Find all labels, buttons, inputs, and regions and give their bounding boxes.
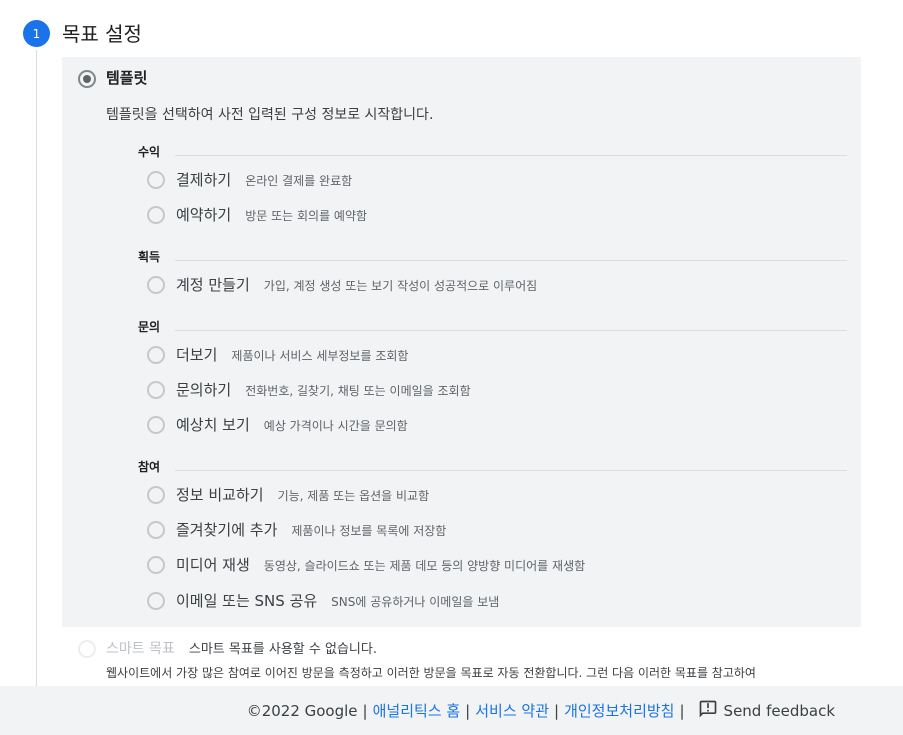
option-label: 결제하기 <box>176 171 232 189</box>
option-radio-create-account[interactable] <box>147 276 165 294</box>
option-description: 예상 가격이나 시간을 문의함 <box>263 419 408 433</box>
option-description: 전화번호, 길찾기, 채팅 또는 이메일을 조회함 <box>245 384 471 398</box>
option-description: 방문 또는 회의를 예약함 <box>245 209 368 223</box>
option-compare[interactable]: 정보 비교하기 기능, 제품 또는 옵션을 비교함 <box>176 484 429 505</box>
option-label: 즐겨찾기에 추가 <box>176 521 278 539</box>
option-description: 기능, 제품 또는 옵션을 비교함 <box>277 489 430 503</box>
option-label: 이메일 또는 SNS 공유 <box>176 592 318 610</box>
option-description: 제품이나 정보를 목록에 저장함 <box>291 524 447 538</box>
smart-goal-radio <box>78 640 96 658</box>
step-connector-line <box>36 50 37 690</box>
option-description: 가입, 계정 생성 또는 보기 작성이 성공적으로 이루어짐 <box>263 279 538 293</box>
option-media-play[interactable]: 미디어 재생 동영상, 슬라이드쇼 또는 제품 데모 등의 양방향 미디어를 재생… <box>176 554 585 575</box>
copyright: ©2022 Google <box>246 701 358 720</box>
category-divider <box>175 260 847 261</box>
option-description: SNS에 공유하거나 이메일을 보냄 <box>331 595 500 609</box>
category-divider <box>175 330 847 331</box>
option-contact[interactable]: 문의하기 전화번호, 길찾기, 채팅 또는 이메일을 조회함 <box>176 379 471 400</box>
template-panel <box>62 57 861 627</box>
feedback-icon[interactable] <box>698 699 718 723</box>
option-label: 정보 비교하기 <box>176 486 264 504</box>
category-label-revenue: 수익 <box>138 145 161 159</box>
footer-separator: | <box>465 701 471 720</box>
option-get-quote[interactable]: 예상치 보기 예상 가격이나 시간을 문의함 <box>176 414 408 435</box>
option-share[interactable]: 이메일 또는 SNS 공유 SNS에 공유하거나 이메일을 보냄 <box>176 590 499 611</box>
template-description: 템플릿을 선택하여 사전 입력된 구성 정보로 시작합니다. <box>106 107 434 123</box>
category-divider <box>175 470 847 471</box>
send-feedback-link[interactable]: Send feedback <box>724 702 835 720</box>
option-label: 미디어 재생 <box>176 556 250 574</box>
option-radio-checkout[interactable] <box>147 171 165 189</box>
option-label: 문의하기 <box>176 381 232 399</box>
footer-link-terms[interactable]: 서비스 약관 <box>475 700 549 721</box>
footer-separator: | <box>679 701 685 720</box>
option-radio-booking[interactable] <box>147 206 165 224</box>
option-label: 예상치 보기 <box>176 416 250 434</box>
option-description: 제품이나 서비스 세부정보를 조회함 <box>231 349 409 363</box>
option-read-more[interactable]: 더보기 제품이나 서비스 세부정보를 조회함 <box>176 344 408 365</box>
option-label: 계정 만들기 <box>176 276 250 294</box>
smart-goal-label: 스마트 목표 <box>106 641 175 657</box>
option-radio-read-more[interactable] <box>147 346 165 364</box>
option-radio-get-quote[interactable] <box>147 416 165 434</box>
goal-setup-page: 1 목표 설정 템플릿 템플릿을 선택하여 사전 입력된 구성 정보로 시작합니… <box>0 0 903 735</box>
option-create-account[interactable]: 계정 만들기 가입, 계정 생성 또는 보기 작성이 성공적으로 이루어짐 <box>176 274 537 295</box>
option-label: 더보기 <box>176 346 218 364</box>
template-radio[interactable] <box>78 70 96 88</box>
smart-goal-unavailable-note: 스마트 목표를 사용할 수 없습니다. <box>188 642 377 657</box>
smart-goal-option: 스마트 목표 스마트 목표를 사용할 수 없습니다. <box>106 638 377 658</box>
option-label: 예약하기 <box>176 206 232 224</box>
footer: ©2022 Google | 애널리틱스 홈 | 서비스 약관 | 개인정보처리… <box>0 686 903 735</box>
option-radio-share[interactable] <box>147 592 165 610</box>
footer-link-privacy[interactable]: 개인정보처리방침 <box>564 700 674 721</box>
option-checkout[interactable]: 결제하기 온라인 결제를 완료함 <box>176 169 352 190</box>
option-radio-add-to-favorites[interactable] <box>147 521 165 539</box>
option-description: 동영상, 슬라이드쇼 또는 제품 데모 등의 양방향 미디어를 재생함 <box>263 559 586 573</box>
footer-separator: | <box>362 701 368 720</box>
footer-link-analytics-home[interactable]: 애널리틱스 홈 <box>373 700 461 721</box>
option-description: 온라인 결제를 완료함 <box>245 174 353 188</box>
template-label: 템플릿 <box>106 69 148 87</box>
option-radio-media-play[interactable] <box>147 556 165 574</box>
option-radio-compare[interactable] <box>147 486 165 504</box>
category-divider <box>175 155 847 156</box>
category-label-inquiry: 문의 <box>138 320 161 334</box>
footer-separator: | <box>554 701 560 720</box>
step-number-badge: 1 <box>23 20 50 47</box>
category-label-acquisition: 획득 <box>138 250 161 264</box>
option-add-to-favorites[interactable]: 즐겨찾기에 추가 제품이나 정보를 목록에 저장함 <box>176 519 446 540</box>
category-label-engagement: 참여 <box>138 460 161 474</box>
step-title: 목표 설정 <box>62 22 142 46</box>
smart-goal-description: 웹사이트에서 가장 많은 참여로 이어진 방문을 측정하고 이러한 방문을 목표… <box>106 666 756 680</box>
option-booking[interactable]: 예약하기 방문 또는 회의를 예약함 <box>176 204 367 225</box>
option-radio-contact[interactable] <box>147 381 165 399</box>
